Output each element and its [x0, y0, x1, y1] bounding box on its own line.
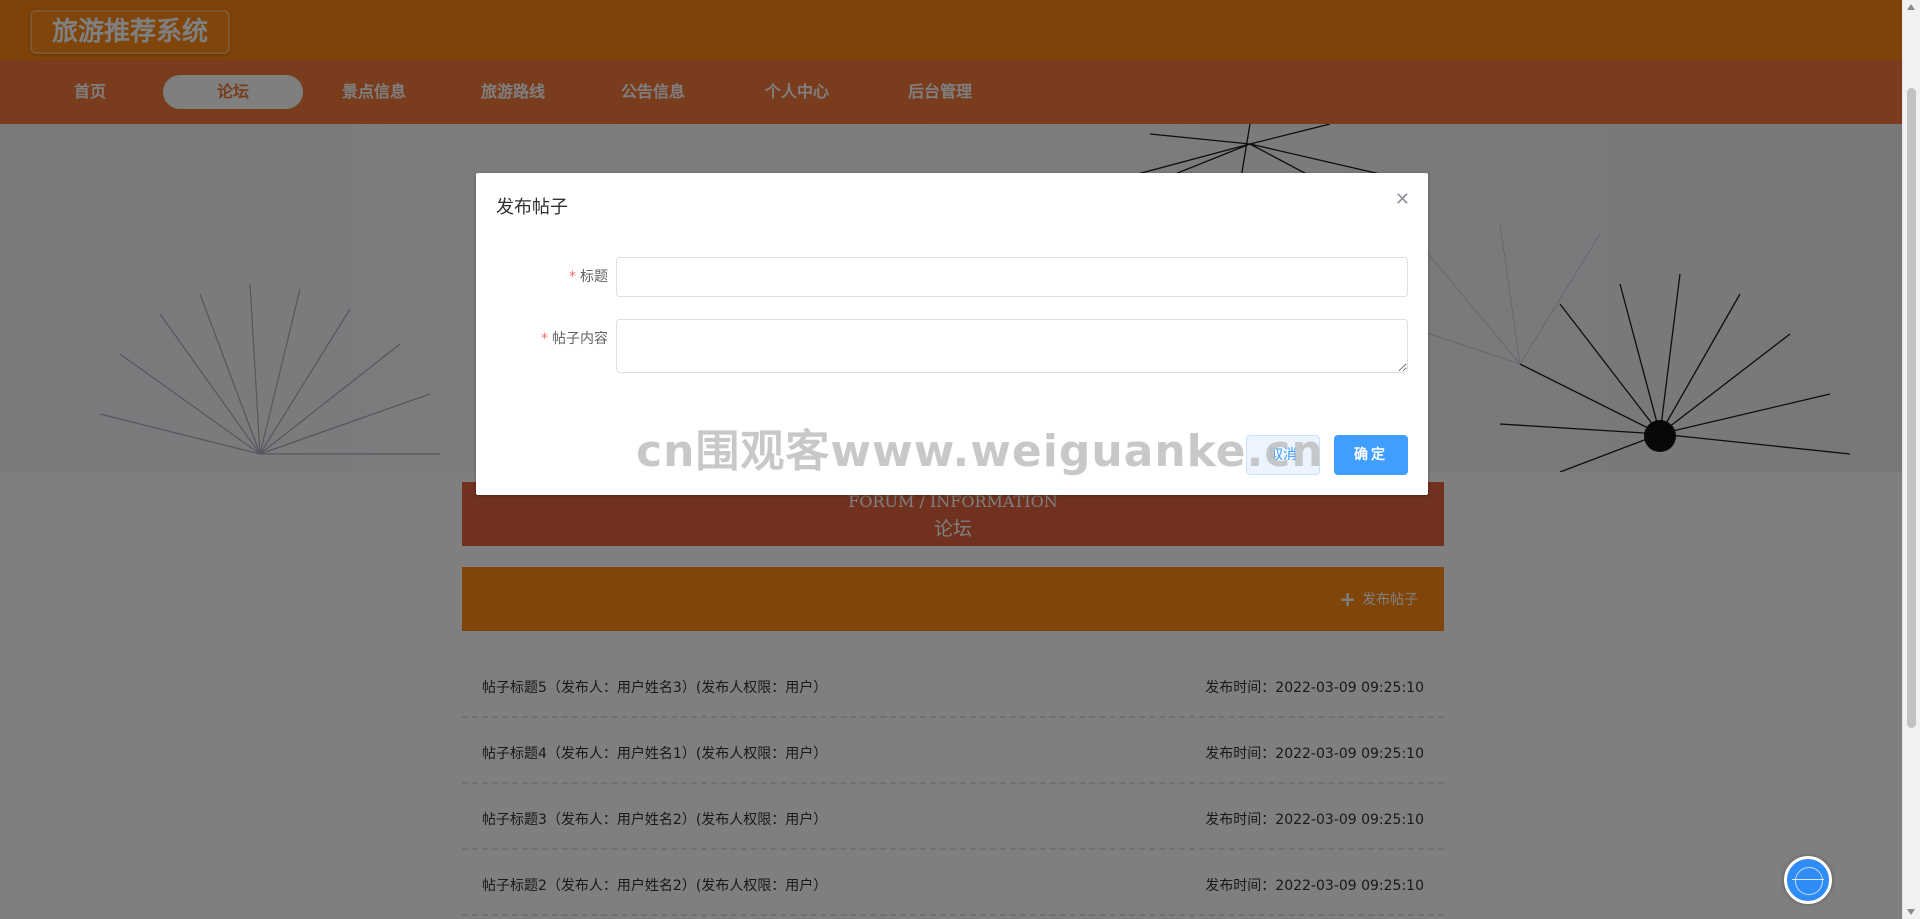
- dialog-title: 发布帖子: [496, 197, 568, 218]
- scroll-up-arrow[interactable]: [1907, 4, 1915, 10]
- globe-icon: [1795, 867, 1823, 895]
- required-mark: *: [541, 331, 548, 347]
- content-textarea[interactable]: [616, 319, 1408, 373]
- title-input[interactable]: [616, 257, 1408, 297]
- scroll-thumb[interactable]: [1907, 88, 1916, 728]
- scroll-down-arrow[interactable]: [1907, 909, 1915, 915]
- watermark-text: cn围观客www.weiguanke.cn: [636, 426, 1324, 477]
- content-label: * 帖子内容: [541, 331, 608, 347]
- title-label: * 标题: [569, 269, 608, 285]
- floating-action-button[interactable]: [1784, 856, 1832, 904]
- globe-icon-line: [1792, 879, 1824, 880]
- confirm-button[interactable]: 确定: [1334, 435, 1408, 475]
- vertical-scrollbar[interactable]: [1902, 0, 1920, 919]
- required-mark: *: [569, 269, 576, 285]
- close-icon[interactable]: ✕: [1395, 189, 1410, 210]
